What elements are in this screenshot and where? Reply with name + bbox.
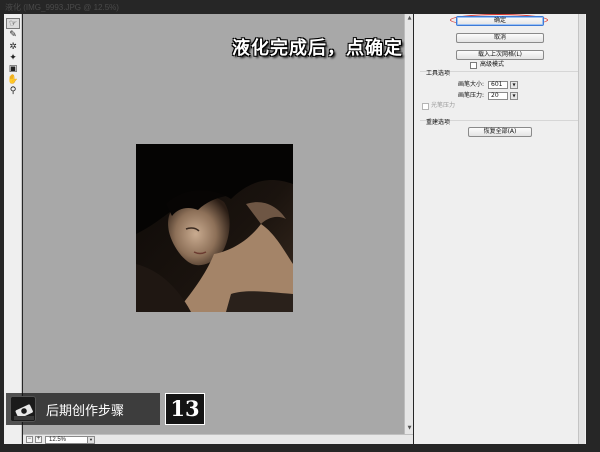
brush-size-field[interactable]: 601 <box>488 81 508 89</box>
chevron-down-icon: ▼ <box>87 437 94 443</box>
tool-options-title: 工具选项 <box>426 70 451 77</box>
cancel-button[interactable]: 取消 <box>456 33 544 43</box>
portrait-image <box>136 144 293 312</box>
status-bar: − + 12.5% ▼ <box>23 434 413 444</box>
brush-size-dropdown-icon[interactable]: ▼ <box>510 81 518 89</box>
preview-canvas[interactable] <box>23 14 404 434</box>
reconstruct-options-title: 重建选项 <box>426 119 451 126</box>
scroll-down-icon[interactable]: ▼ <box>406 425 413 432</box>
liquify-dialog: 液化 (IMG_9993.JPG @ 12.5%) ☞ ✎ ✲ ✦ ▣ ✋ ⚲ <box>0 0 600 452</box>
brush-pressure-label: 画笔压力: <box>458 92 485 99</box>
zoom-level-select[interactable]: 12.5% ▼ <box>45 436 95 444</box>
options-panel: 确定 取消 载入上次网格(L) 高级模式 工具选项 画笔大小: 601 ▼ 画笔… <box>414 14 586 444</box>
tool-strip: ☞ ✎ ✲ ✦ ▣ ✋ ⚲ <box>4 14 22 444</box>
brush-size-label: 画笔大小: <box>458 81 485 88</box>
stylus-pressure-checkbox[interactable] <box>422 103 429 110</box>
forward-warp-tool-icon[interactable]: ☞ <box>6 18 20 29</box>
bloat-tool-icon[interactable]: ✦ <box>6 52 20 63</box>
scroll-up-icon[interactable]: ▲ <box>406 15 413 22</box>
ok-button[interactable]: 确定 <box>456 16 544 26</box>
step-banner: 后期创作步骤 <box>6 393 160 425</box>
load-last-mesh-button[interactable]: 载入上次网格(L) <box>456 50 544 60</box>
panel-scrollbar[interactable] <box>578 14 585 444</box>
brush-pressure-field[interactable]: 20 <box>488 92 508 100</box>
pucker-tool-icon[interactable]: ✲ <box>6 41 20 52</box>
zoom-in-button[interactable]: + <box>35 436 42 443</box>
zoom-out-button[interactable]: − <box>26 436 33 443</box>
freeze-mask-tool-icon[interactable]: ▣ <box>6 63 20 74</box>
portrait-photo <box>136 144 293 312</box>
zoom-tool-icon[interactable]: ⚲ <box>6 85 20 96</box>
advanced-mode-checkbox[interactable] <box>470 62 477 69</box>
reconstruct-tool-icon[interactable]: ✎ <box>6 29 20 40</box>
advanced-mode-label: 高级模式 <box>480 61 505 68</box>
restore-all-button[interactable]: 恢复全部(A) <box>468 127 532 137</box>
step-number: 13 <box>165 393 205 425</box>
instruction-annotation: 液化完成后，点确定 <box>232 38 403 59</box>
banner-title: 后期创作步骤 <box>46 404 125 419</box>
stylus-pressure-label: 光笔压力 <box>431 102 456 109</box>
hand-tool-icon[interactable]: ✋ <box>6 74 20 85</box>
brush-pressure-dropdown-icon[interactable]: ▼ <box>510 92 518 100</box>
window-title: 液化 (IMG_9993.JPG @ 12.5%) <box>5 3 119 12</box>
camera-icon <box>10 396 36 422</box>
canvas-vertical-scrollbar[interactable]: ▲ ▼ <box>404 14 413 434</box>
zoom-level-value: 12.5% <box>49 437 67 443</box>
